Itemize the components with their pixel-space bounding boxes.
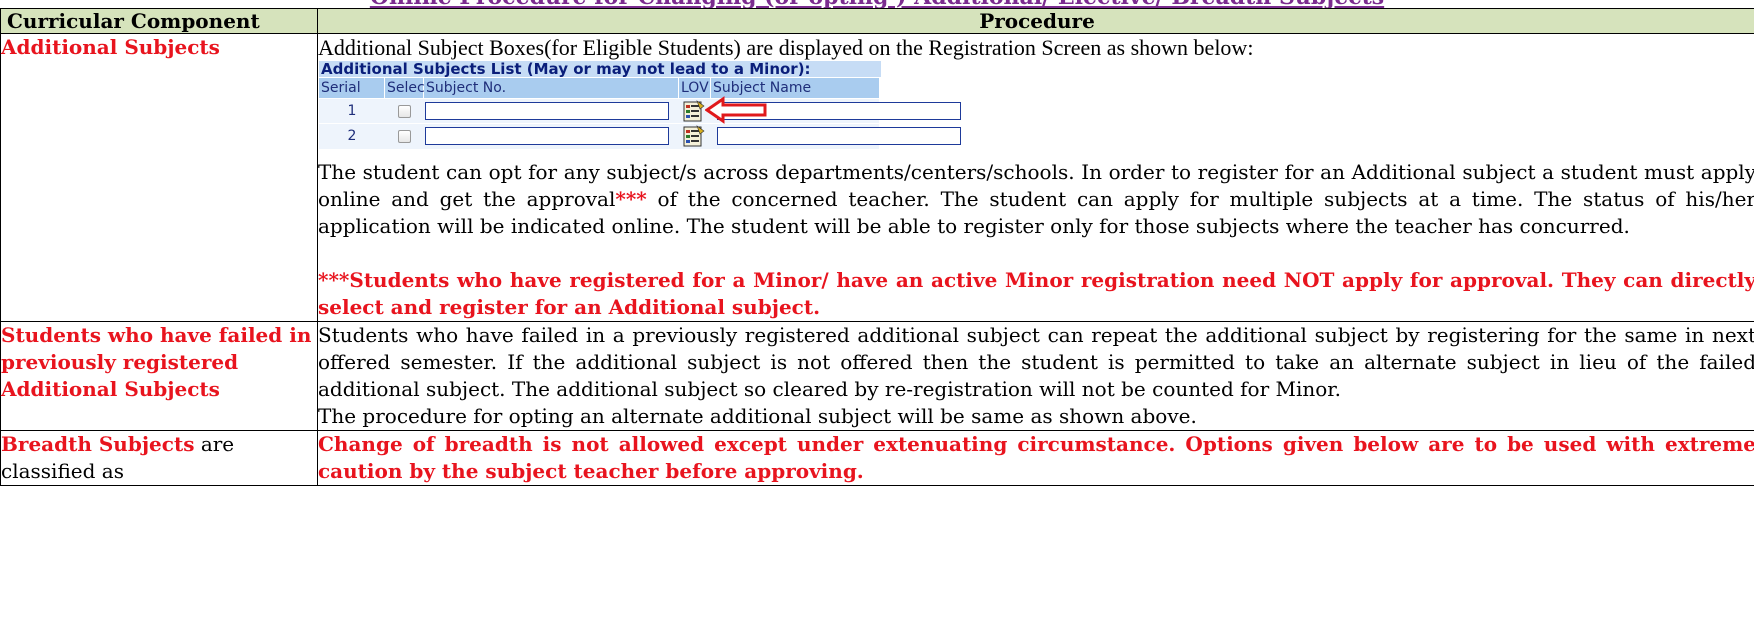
approval-stars: *** bbox=[615, 187, 647, 211]
screen-row: 2 bbox=[319, 124, 961, 149]
col-select: Select bbox=[385, 78, 431, 98]
component-breadth-subjects: Breadth Subjects are classified as bbox=[0, 430, 318, 486]
list-of-values-icon[interactable] bbox=[683, 125, 705, 147]
header-curricular-component: Curricular Component bbox=[0, 8, 318, 34]
procedure-breadth-subjects: Change of breadth is not allowed except … bbox=[317, 430, 1754, 486]
subject-no-input[interactable] bbox=[425, 127, 669, 145]
table-row: Breadth Subjects are classified as Chang… bbox=[0, 430, 1754, 486]
procedure-additional-subjects: Additional Subject Boxes(for Eligible St… bbox=[317, 33, 1754, 322]
breadth-change-note: Change of breadth is not allowed except … bbox=[318, 432, 1754, 483]
checkbox-icon[interactable] bbox=[398, 105, 411, 118]
additional-subjects-paragraph: The student can opt for any subject/s ac… bbox=[318, 159, 1754, 240]
procedure-table: Curricular Component Procedure Additiona… bbox=[0, 8, 1754, 486]
table-row: Students who have failed in previously r… bbox=[0, 321, 1754, 431]
failed-subjects-paragraph: Students who have failed in a previously… bbox=[318, 323, 1754, 401]
subject-no-input[interactable] bbox=[425, 102, 669, 120]
subjects-list-caption: Additional Subjects List (May or may not… bbox=[319, 61, 881, 77]
component-additional-subjects: Additional Subjects bbox=[0, 33, 318, 322]
subject-name-input[interactable] bbox=[717, 127, 961, 145]
checkbox-icon[interactable] bbox=[398, 130, 411, 143]
component-failed-additional-subjects: Students who have failed in previously r… bbox=[0, 321, 318, 431]
minor-registration-note: ***Students who have registered for a Mi… bbox=[318, 268, 1754, 319]
table-row: Additional Subjects Additional Subject B… bbox=[0, 33, 1754, 322]
procedure-failed-additional-subjects: Students who have failed in a previously… bbox=[317, 321, 1754, 431]
breadth-subjects-label: Breadth Subjects bbox=[1, 432, 195, 456]
page-title: Online Procedure for Changing (or opting… bbox=[0, 0, 1754, 8]
intro-text: Additional Subject Boxes(for Eligible St… bbox=[318, 35, 1254, 60]
col-subject-no: Subject No. bbox=[424, 78, 678, 98]
alternate-subject-paragraph: The procedure for opting an alternate ad… bbox=[318, 404, 1197, 428]
list-of-values-icon[interactable] bbox=[683, 100, 705, 122]
table-header-row: Curricular Component Procedure bbox=[0, 8, 1754, 34]
screen-row: 1 bbox=[319, 99, 961, 123]
serial-number: 2 bbox=[347, 128, 357, 144]
col-serial-no: Serial No. bbox=[319, 78, 384, 116]
red-arrow-icon bbox=[705, 96, 767, 124]
registration-screen-image: Additional Subjects List (May or may not… bbox=[319, 61, 961, 159]
serial-number: 1 bbox=[347, 103, 357, 119]
header-procedure: Procedure bbox=[317, 8, 1754, 34]
